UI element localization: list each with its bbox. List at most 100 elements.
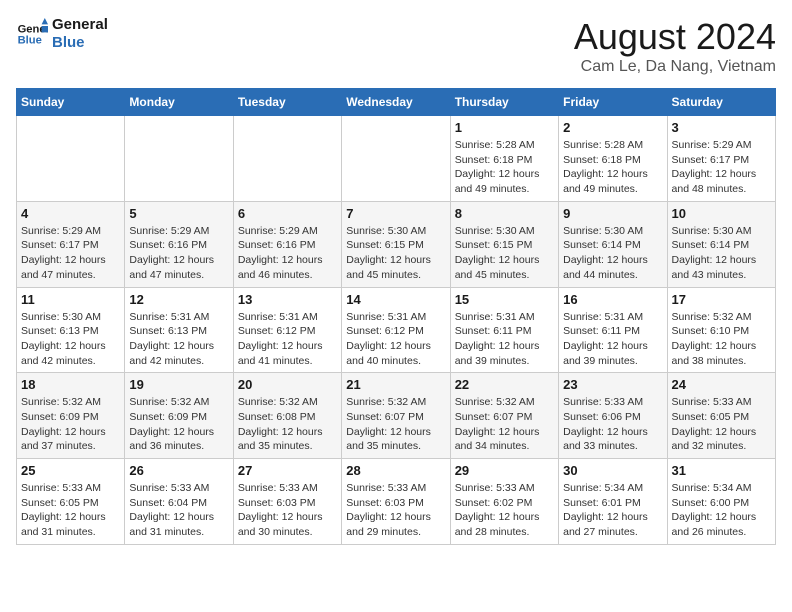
calendar-cell: 14 Sunrise: 5:31 AM Sunset: 6:12 PM Dayli…: [342, 287, 450, 373]
calendar-cell: 20Sunrise: 5:32 AM Sunset: 6:08 PM Dayli…: [233, 373, 341, 459]
day-info: Sunrise: 5:29 AM Sunset: 6:17 PM Dayligh…: [672, 138, 771, 197]
day-info: Sunrise: 5:28 AM Sunset: 6:18 PM Dayligh…: [563, 138, 662, 197]
day-number: 29: [455, 463, 554, 478]
header: General Blue General Blue August 2024 Ca…: [16, 16, 776, 76]
calendar-cell: 29 Sunrise: 5:33 AM Sunset: 6:02 PM Dayli…: [450, 459, 558, 545]
day-number: 9: [563, 206, 662, 221]
calendar-cell: 23 Sunrise: 5:33 AM Sunset: 6:06 PM Dayli…: [559, 373, 667, 459]
weekday-header-tuesday: Tuesday: [233, 89, 341, 116]
day-number: 23: [563, 377, 662, 392]
day-number: 10: [672, 206, 771, 221]
calendar-cell: [342, 116, 450, 202]
week-row-4: 18 Sunrise: 5:32 AM Sunset: 6:09 PM Dayli…: [17, 373, 776, 459]
subtitle: Cam Le, Da Nang, Vietnam: [574, 58, 776, 76]
day-info: Sunrise: 5:33 AM Sunset: 6:05 PM Dayligh…: [21, 481, 120, 540]
calendar-cell: 7Sunrise: 5:30 AM Sunset: 6:15 PM Daylig…: [342, 201, 450, 287]
day-info: Sunrise: 5:30 AM Sunset: 6:13 PM Dayligh…: [21, 310, 120, 369]
day-number: 6: [238, 206, 337, 221]
day-info: Sunrise: 5:29 AM Sunset: 6:17 PM Dayligh…: [21, 224, 120, 283]
calendar-cell: 18 Sunrise: 5:32 AM Sunset: 6:09 PM Dayli…: [17, 373, 125, 459]
day-info: Sunrise: 5:31 AM Sunset: 6:12 PM Dayligh…: [346, 310, 445, 369]
day-number: 15: [455, 292, 554, 307]
calendar-cell: 8 Sunrise: 5:30 AM Sunset: 6:15 PM Daylig…: [450, 201, 558, 287]
week-row-2: 4 Sunrise: 5:29 AM Sunset: 6:17 PM Daylig…: [17, 201, 776, 287]
week-row-3: 11Sunrise: 5:30 AM Sunset: 6:13 PM Dayli…: [17, 287, 776, 373]
day-number: 24: [672, 377, 771, 392]
weekday-header-thursday: Thursday: [450, 89, 558, 116]
calendar-cell: 24 Sunrise: 5:33 AM Sunset: 6:05 PM Dayli…: [667, 373, 775, 459]
day-number: 5: [129, 206, 228, 221]
day-number: 22: [455, 377, 554, 392]
day-number: 1: [455, 120, 554, 135]
day-number: 16: [563, 292, 662, 307]
day-number: 3: [672, 120, 771, 135]
day-info: Sunrise: 5:30 AM Sunset: 6:15 PM Dayligh…: [346, 224, 445, 283]
calendar-cell: 11Sunrise: 5:30 AM Sunset: 6:13 PM Dayli…: [17, 287, 125, 373]
main-title: August 2024: [574, 16, 776, 58]
calendar-cell: 12 Sunrise: 5:31 AM Sunset: 6:13 PM Dayli…: [125, 287, 233, 373]
day-number: 27: [238, 463, 337, 478]
calendar-table: SundayMondayTuesdayWednesdayThursdayFrid…: [16, 88, 776, 545]
calendar-cell: 4 Sunrise: 5:29 AM Sunset: 6:17 PM Daylig…: [17, 201, 125, 287]
calendar-cell: 6 Sunrise: 5:29 AM Sunset: 6:16 PM Daylig…: [233, 201, 341, 287]
calendar-cell: 10 Sunrise: 5:30 AM Sunset: 6:14 PM Dayli…: [667, 201, 775, 287]
day-info: Sunrise: 5:32 AM Sunset: 6:09 PM Dayligh…: [21, 395, 120, 454]
calendar-cell: 2 Sunrise: 5:28 AM Sunset: 6:18 PM Daylig…: [559, 116, 667, 202]
day-info: Sunrise: 5:33 AM Sunset: 6:05 PM Dayligh…: [672, 395, 771, 454]
day-info: Sunrise: 5:32 AM Sunset: 6:07 PM Dayligh…: [346, 395, 445, 454]
calendar-cell: 31 Sunrise: 5:34 AM Sunset: 6:00 PM Dayli…: [667, 459, 775, 545]
day-info: Sunrise: 5:34 AM Sunset: 6:00 PM Dayligh…: [672, 481, 771, 540]
day-info: Sunrise: 5:31 AM Sunset: 6:11 PM Dayligh…: [563, 310, 662, 369]
day-number: 30: [563, 463, 662, 478]
day-number: 31: [672, 463, 771, 478]
calendar-cell: 26Sunrise: 5:33 AM Sunset: 6:04 PM Dayli…: [125, 459, 233, 545]
day-number: 19: [129, 377, 228, 392]
day-number: 17: [672, 292, 771, 307]
calendar-cell: 30 Sunrise: 5:34 AM Sunset: 6:01 PM Dayli…: [559, 459, 667, 545]
calendar-cell: 22 Sunrise: 5:32 AM Sunset: 6:07 PM Dayli…: [450, 373, 558, 459]
day-info: Sunrise: 5:29 AM Sunset: 6:16 PM Dayligh…: [129, 224, 228, 283]
logo-blue: Blue: [52, 34, 108, 52]
day-number: 25: [21, 463, 120, 478]
calendar-cell: 17 Sunrise: 5:32 AM Sunset: 6:10 PM Dayli…: [667, 287, 775, 373]
day-info: Sunrise: 5:32 AM Sunset: 6:09 PM Dayligh…: [129, 395, 228, 454]
day-info: Sunrise: 5:33 AM Sunset: 6:06 PM Dayligh…: [563, 395, 662, 454]
day-number: 18: [21, 377, 120, 392]
day-info: Sunrise: 5:29 AM Sunset: 6:16 PM Dayligh…: [238, 224, 337, 283]
weekday-header-monday: Monday: [125, 89, 233, 116]
logo-icon: General Blue: [16, 18, 48, 50]
day-info: Sunrise: 5:33 AM Sunset: 6:04 PM Dayligh…: [129, 481, 228, 540]
day-number: 4: [21, 206, 120, 221]
day-info: Sunrise: 5:32 AM Sunset: 6:07 PM Dayligh…: [455, 395, 554, 454]
day-info: Sunrise: 5:31 AM Sunset: 6:12 PM Dayligh…: [238, 310, 337, 369]
day-number: 14: [346, 292, 445, 307]
calendar-cell: 19 Sunrise: 5:32 AM Sunset: 6:09 PM Dayli…: [125, 373, 233, 459]
day-info: Sunrise: 5:33 AM Sunset: 6:02 PM Dayligh…: [455, 481, 554, 540]
calendar-cell: 28Sunrise: 5:33 AM Sunset: 6:03 PM Dayli…: [342, 459, 450, 545]
day-number: 8: [455, 206, 554, 221]
calendar-cell: [233, 116, 341, 202]
calendar-cell: [17, 116, 125, 202]
logo-general: General: [52, 16, 108, 34]
week-row-5: 25 Sunrise: 5:33 AM Sunset: 6:05 PM Dayli…: [17, 459, 776, 545]
day-number: 12: [129, 292, 228, 307]
weekday-header-sunday: Sunday: [17, 89, 125, 116]
calendar-cell: 16 Sunrise: 5:31 AM Sunset: 6:11 PM Dayli…: [559, 287, 667, 373]
day-info: Sunrise: 5:32 AM Sunset: 6:10 PM Dayligh…: [672, 310, 771, 369]
weekday-header-friday: Friday: [559, 89, 667, 116]
day-info: Sunrise: 5:30 AM Sunset: 6:14 PM Dayligh…: [672, 224, 771, 283]
calendar-cell: [125, 116, 233, 202]
weekday-header-saturday: Saturday: [667, 89, 775, 116]
day-info: Sunrise: 5:32 AM Sunset: 6:08 PM Dayligh…: [238, 395, 337, 454]
day-number: 2: [563, 120, 662, 135]
day-info: Sunrise: 5:33 AM Sunset: 6:03 PM Dayligh…: [238, 481, 337, 540]
day-info: Sunrise: 5:34 AM Sunset: 6:01 PM Dayligh…: [563, 481, 662, 540]
day-info: Sunrise: 5:30 AM Sunset: 6:14 PM Dayligh…: [563, 224, 662, 283]
calendar-cell: 21 Sunrise: 5:32 AM Sunset: 6:07 PM Dayli…: [342, 373, 450, 459]
day-info: Sunrise: 5:31 AM Sunset: 6:13 PM Dayligh…: [129, 310, 228, 369]
calendar-cell: 27 Sunrise: 5:33 AM Sunset: 6:03 PM Dayli…: [233, 459, 341, 545]
calendar-cell: 25 Sunrise: 5:33 AM Sunset: 6:05 PM Dayli…: [17, 459, 125, 545]
day-info: Sunrise: 5:30 AM Sunset: 6:15 PM Dayligh…: [455, 224, 554, 283]
weekday-header-row: SundayMondayTuesdayWednesdayThursdayFrid…: [17, 89, 776, 116]
day-number: 21: [346, 377, 445, 392]
